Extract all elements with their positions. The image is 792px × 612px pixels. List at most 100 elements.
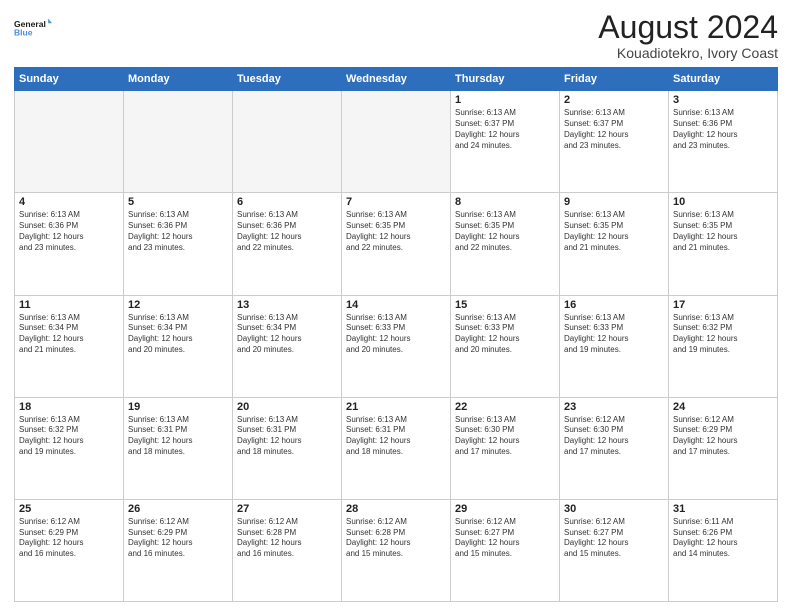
header: General Blue August 2024 Kouadiotekro, I… <box>14 10 778 61</box>
day-number: 27 <box>237 503 337 515</box>
day-info: Sunrise: 6:13 AM Sunset: 6:36 PM Dayligh… <box>19 210 119 253</box>
day-number: 11 <box>19 299 119 311</box>
day-number: 7 <box>346 196 446 208</box>
calendar-cell <box>233 91 342 193</box>
day-number: 1 <box>455 94 555 106</box>
calendar-cell: 20 Sunrise: 6:13 AM Sunset: 6:31 PM Dayli… <box>233 397 342 499</box>
title-block: August 2024 Kouadiotekro, Ivory Coast <box>598 10 778 61</box>
header-day-wednesday: Wednesday <box>342 68 451 91</box>
calendar-cell: 1Sunrise: 6:13 AM Sunset: 6:37 PM Daylig… <box>451 91 560 193</box>
svg-text:Blue: Blue <box>14 28 33 38</box>
day-number: 4 <box>19 196 119 208</box>
header-day-monday: Monday <box>124 68 233 91</box>
week-row-3: 11 Sunrise: 6:13 AM Sunset: 6:34 PM Dayli… <box>15 295 778 397</box>
day-number: 9 <box>564 196 664 208</box>
main-title: August 2024 <box>598 10 778 45</box>
day-number: 5 <box>128 196 228 208</box>
day-info: Sunrise: 6:13 AM Sunset: 6:36 PM Dayligh… <box>128 210 228 253</box>
calendar-cell: 9 Sunrise: 6:13 AM Sunset: 6:35 PM Daylig… <box>560 193 669 295</box>
calendar-cell: 11 Sunrise: 6:13 AM Sunset: 6:34 PM Dayli… <box>15 295 124 397</box>
calendar-cell: 23 Sunrise: 6:12 AM Sunset: 6:30 PM Dayli… <box>560 397 669 499</box>
day-info: Sunrise: 6:12 AM Sunset: 6:30 PM Dayligh… <box>564 415 664 458</box>
calendar-cell: 19 Sunrise: 6:13 AM Sunset: 6:31 PM Dayli… <box>124 397 233 499</box>
day-info: Sunrise: 6:13 AM Sunset: 6:31 PM Dayligh… <box>346 415 446 458</box>
day-info: Sunrise: 6:13 AM Sunset: 6:33 PM Dayligh… <box>346 313 446 356</box>
day-number: 10 <box>673 196 773 208</box>
calendar-cell: 15Sunrise: 6:13 AM Sunset: 6:33 PM Dayli… <box>451 295 560 397</box>
day-number: 23 <box>564 401 664 413</box>
week-row-2: 4 Sunrise: 6:13 AM Sunset: 6:36 PM Daylig… <box>15 193 778 295</box>
calendar-cell: 10 Sunrise: 6:13 AM Sunset: 6:35 PM Dayli… <box>669 193 778 295</box>
calendar-cell: 18 Sunrise: 6:13 AM Sunset: 6:32 PM Dayli… <box>15 397 124 499</box>
day-info: Sunrise: 6:13 AM Sunset: 6:35 PM Dayligh… <box>564 210 664 253</box>
day-number: 18 <box>19 401 119 413</box>
calendar-cell: 14 Sunrise: 6:13 AM Sunset: 6:33 PM Dayli… <box>342 295 451 397</box>
day-info: Sunrise: 6:12 AM Sunset: 6:27 PM Dayligh… <box>564 517 664 560</box>
calendar-cell: 6 Sunrise: 6:13 AM Sunset: 6:36 PM Daylig… <box>233 193 342 295</box>
day-info: Sunrise: 6:13 AM Sunset: 6:31 PM Dayligh… <box>128 415 228 458</box>
calendar-cell: 2 Sunrise: 6:13 AM Sunset: 6:37 PM Daylig… <box>560 91 669 193</box>
day-number: 6 <box>237 196 337 208</box>
calendar-cell: 26 Sunrise: 6:12 AM Sunset: 6:29 PM Dayli… <box>124 499 233 601</box>
day-info: Sunrise: 6:12 AM Sunset: 6:27 PM Dayligh… <box>455 517 555 560</box>
calendar-cell: 30Sunrise: 6:12 AM Sunset: 6:27 PM Dayli… <box>560 499 669 601</box>
day-info: Sunrise: 6:13 AM Sunset: 6:35 PM Dayligh… <box>673 210 773 253</box>
calendar-cell: 8 Sunrise: 6:13 AM Sunset: 6:35 PM Daylig… <box>451 193 560 295</box>
day-info: Sunrise: 6:11 AM Sunset: 6:26 PM Dayligh… <box>673 517 773 560</box>
day-info: Sunrise: 6:13 AM Sunset: 6:31 PM Dayligh… <box>237 415 337 458</box>
day-number: 19 <box>128 401 228 413</box>
day-number: 31 <box>673 503 773 515</box>
subtitle: Kouadiotekro, Ivory Coast <box>598 45 778 61</box>
calendar-cell: 22 Sunrise: 6:13 AM Sunset: 6:30 PM Dayli… <box>451 397 560 499</box>
calendar-table: SundayMondayTuesdayWednesdayThursdayFrid… <box>14 67 778 602</box>
calendar-cell: 5 Sunrise: 6:13 AM Sunset: 6:36 PM Daylig… <box>124 193 233 295</box>
day-number: 21 <box>346 401 446 413</box>
day-info: Sunrise: 6:13 AM Sunset: 6:36 PM Dayligh… <box>237 210 337 253</box>
logo: General Blue <box>14 10 52 46</box>
day-info: Sunrise: 6:12 AM Sunset: 6:28 PM Dayligh… <box>237 517 337 560</box>
day-info: Sunrise: 6:12 AM Sunset: 6:28 PM Dayligh… <box>346 517 446 560</box>
day-number: 8 <box>455 196 555 208</box>
day-info: Sunrise: 6:13 AM Sunset: 6:35 PM Dayligh… <box>455 210 555 253</box>
calendar-cell: 29 Sunrise: 6:12 AM Sunset: 6:27 PM Dayli… <box>451 499 560 601</box>
day-number: 2 <box>564 94 664 106</box>
day-number: 17 <box>673 299 773 311</box>
week-row-1: 1 Sunrise: 6:13 AM Sunset: 6:37 PM Daylig… <box>15 91 778 193</box>
page: General Blue August 2024 Kouadiotekro, I… <box>0 0 792 612</box>
day-number: 3 <box>673 94 773 106</box>
calendar-cell: 28Sunrise: 6:12 AM Sunset: 6:28 PM Dayli… <box>342 499 451 601</box>
day-number: 25 <box>19 503 119 515</box>
day-info: Sunrise: 6:13 AM Sunset: 6:34 PM Dayligh… <box>128 313 228 356</box>
day-info: Sunrise: 6:13 AM Sunset: 6:32 PM Dayligh… <box>673 313 773 356</box>
calendar-cell <box>15 91 124 193</box>
day-info: Sunrise: 6:13 AM Sunset: 6:33 PM Dayligh… <box>564 313 664 356</box>
day-info: Sunrise: 6:13 AM Sunset: 6:35 PM Dayligh… <box>346 210 446 253</box>
calendar-cell: 25 Sunrise: 6:12 AM Sunset: 6:29 PM Dayli… <box>15 499 124 601</box>
day-info: Sunrise: 6:13 AM Sunset: 6:37 PM Dayligh… <box>564 108 664 151</box>
calendar-cell: 17 Sunrise: 6:13 AM Sunset: 6:32 PM Dayli… <box>669 295 778 397</box>
day-number: 26 <box>128 503 228 515</box>
calendar-cell <box>124 91 233 193</box>
day-number: 20 <box>237 401 337 413</box>
day-number: 12 <box>128 299 228 311</box>
header-day-friday: Friday <box>560 68 669 91</box>
day-number: 24 <box>673 401 773 413</box>
day-number: 14 <box>346 299 446 311</box>
header-day-saturday: Saturday <box>669 68 778 91</box>
calendar-body: 1 Sunrise: 6:13 AM Sunset: 6:37 PM Daylig… <box>15 91 778 602</box>
day-info: Sunrise: 6:13 AM Sunset: 6:32 PM Dayligh… <box>19 415 119 458</box>
calendar-cell: 4 Sunrise: 6:13 AM Sunset: 6:36 PM Daylig… <box>15 193 124 295</box>
calendar-cell: 3Sunrise: 6:13 AM Sunset: 6:36 PM Daylig… <box>669 91 778 193</box>
day-number: 29 <box>455 503 555 515</box>
logo-svg: General Blue <box>14 10 52 46</box>
day-info: Sunrise: 6:13 AM Sunset: 6:34 PM Dayligh… <box>19 313 119 356</box>
header-day-tuesday: Tuesday <box>233 68 342 91</box>
day-info: Sunrise: 6:12 AM Sunset: 6:29 PM Dayligh… <box>19 517 119 560</box>
week-row-4: 18 Sunrise: 6:13 AM Sunset: 6:32 PM Dayli… <box>15 397 778 499</box>
day-info: Sunrise: 6:13 AM Sunset: 6:30 PM Dayligh… <box>455 415 555 458</box>
day-number: 22 <box>455 401 555 413</box>
calendar-cell: 31 Sunrise: 6:11 AM Sunset: 6:26 PM Dayli… <box>669 499 778 601</box>
day-info: Sunrise: 6:12 AM Sunset: 6:29 PM Dayligh… <box>673 415 773 458</box>
header-day-thursday: Thursday <box>451 68 560 91</box>
day-info: Sunrise: 6:12 AM Sunset: 6:29 PM Dayligh… <box>128 517 228 560</box>
